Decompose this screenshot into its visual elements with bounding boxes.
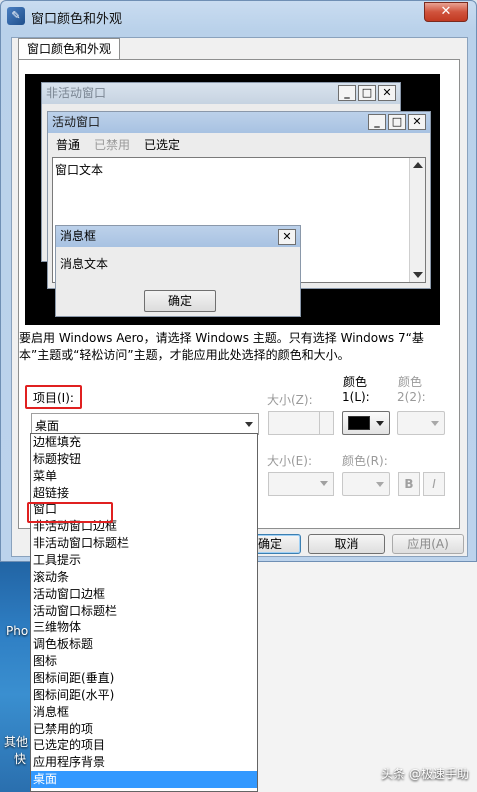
background-window (258, 560, 477, 792)
dropdown-option[interactable]: 应用程序背景 (31, 754, 257, 771)
font-size-label: 大小(E): (267, 454, 312, 468)
menu-selected: 已选定 (144, 138, 181, 152)
chevron-down-icon (376, 421, 384, 426)
dropdown-option[interactable]: 活动窗口标题栏 (31, 603, 257, 620)
font-color-label: 颜色(R): (342, 454, 388, 468)
item-combobox[interactable]: 桌面 (31, 413, 259, 435)
color2-sublabel: 2(2): (397, 390, 426, 404)
close-icon: ✕ (378, 85, 396, 101)
close-button[interactable]: ✕ (424, 2, 468, 22)
scroll-down-icon (413, 272, 423, 278)
preview-scrollbar (409, 158, 425, 282)
dropdown-option[interactable]: 活动窗口边框 (31, 586, 257, 603)
chevron-down-icon (320, 481, 328, 486)
color1-swatch (348, 416, 370, 430)
title-bar[interactable]: ✎ 窗口颜色和外观 ✕ (1, 1, 476, 31)
window-title: 窗口颜色和外观 (31, 12, 123, 27)
spinner-arrows-icon[interactable] (319, 412, 333, 434)
watermark: 头条 @极速手助 (381, 767, 469, 781)
dropdown-option[interactable]: 边框填充 (31, 434, 257, 451)
color2-label: 颜色 (398, 375, 423, 389)
desktop-icon-label-other[interactable]: 其他 (4, 733, 28, 750)
apply-button[interactable]: 应用(A) (392, 534, 464, 554)
dropdown-option[interactable]: 图标间距(水平) (31, 687, 257, 704)
size-spinner[interactable] (268, 411, 334, 435)
dropdown-option[interactable]: 图标 (31, 653, 257, 670)
size-label: 大小(Z): (267, 393, 313, 407)
dropdown-option[interactable]: 图标间距(垂直) (31, 670, 257, 687)
italic-button[interactable]: I (423, 472, 445, 496)
dropdown-option[interactable]: 超链接 (31, 485, 257, 502)
close-icon: ✕ (278, 229, 296, 245)
scroll-up-icon (413, 162, 423, 168)
preview-area: 非活动窗口 _ □ ✕ 活动窗口 _ □ ✕ 普通 已禁用 已选定 窗口文本 消… (25, 74, 440, 325)
tab-color-appearance[interactable]: 窗口颜色和外观 (18, 38, 121, 60)
app-icon: ✎ (7, 7, 25, 25)
preview-ok-button: 确定 (144, 290, 216, 312)
preview-menubar: 普通 已禁用 已选定 (56, 136, 180, 153)
color1-button[interactable] (342, 411, 390, 435)
bold-button[interactable]: B (398, 472, 420, 496)
dropdown-option[interactable]: 工具提示 (31, 552, 257, 569)
menu-normal: 普通 (56, 138, 81, 152)
highlight-item-label (25, 385, 82, 409)
dropdown-option[interactable]: 菜单 (31, 468, 257, 485)
dropdown-option[interactable]: 非活动窗口标题栏 (31, 535, 257, 552)
desktop-icon-label-shortcut[interactable]: 快 (14, 750, 26, 767)
cancel-button[interactable]: 取消 (308, 534, 385, 554)
item-dropdown-list[interactable]: 边框填充 标题按钮 菜单 超链接 窗口 非活动窗口边框 非活动窗口标题栏 工具提… (30, 433, 258, 792)
dropdown-option[interactable]: 消息框 (31, 704, 257, 721)
minimize-icon: _ (338, 85, 356, 101)
color1-sublabel: 1(L): (342, 390, 370, 404)
chevron-down-icon (245, 422, 253, 427)
dropdown-option[interactable]: 标题按钮 (31, 451, 257, 468)
color2-button[interactable] (397, 411, 445, 435)
maximize-icon: □ (388, 114, 406, 130)
dropdown-option[interactable]: 滚动条 (31, 569, 257, 586)
dropdown-option[interactable]: 三维物体 (31, 619, 257, 636)
maximize-icon: □ (358, 85, 376, 101)
message-box-title: 消息框 (56, 226, 300, 247)
chevron-down-icon (431, 421, 439, 426)
minimize-icon: _ (368, 114, 386, 130)
dropdown-option[interactable]: 调色板标题 (31, 636, 257, 653)
font-color-button[interactable] (342, 472, 390, 496)
dropdown-option[interactable]: 已选定的项目 (31, 737, 257, 754)
preview-message-box: 消息框 ✕ 消息文本 确定 (55, 225, 301, 317)
menu-disabled: 已禁用 (94, 138, 131, 152)
dropdown-option[interactable]: 已禁用的项 (31, 721, 257, 738)
highlight-window-option (27, 502, 113, 523)
color1-label: 颜色 (343, 375, 368, 389)
window-text: 窗口文本 (55, 163, 104, 177)
chevron-down-icon (376, 482, 384, 487)
close-icon: ✕ (408, 114, 426, 130)
message-text: 消息文本 (60, 257, 109, 271)
info-text: 要启用 Windows Aero，请选择 Windows 主题。只有选择 Win… (19, 331, 424, 362)
item-combobox-value: 桌面 (35, 419, 60, 433)
font-size-combobox[interactable] (268, 472, 334, 496)
desktop-icon-label-photoshop[interactable]: Pho (6, 624, 28, 638)
dropdown-option-selected[interactable]: 桌面 (31, 771, 257, 789)
